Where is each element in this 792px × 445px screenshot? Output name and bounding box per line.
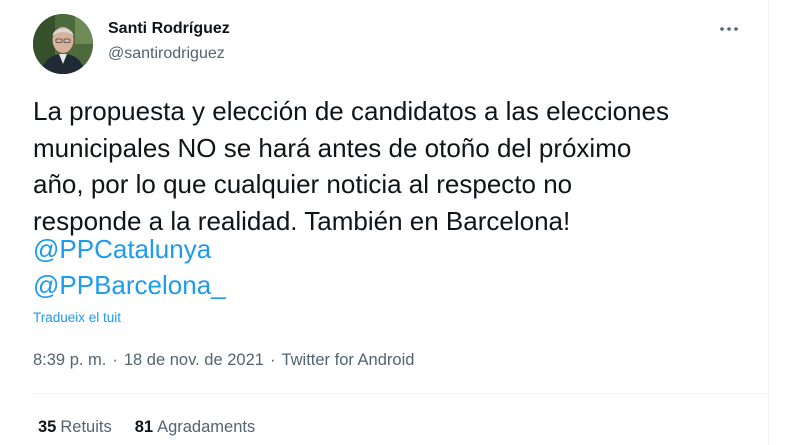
author-handle[interactable]: @santirodriguez <box>108 44 225 64</box>
tweet-date[interactable]: 18 de nov. de 2021 <box>124 349 264 371</box>
tweet-source-link[interactable]: Twitter for Android <box>281 349 414 371</box>
author-display-name[interactable]: Santi Rodríguez <box>108 19 230 39</box>
meta-separator: · <box>112 351 118 369</box>
tweet-card: Santi Rodríguez @santirodriguez La propu… <box>0 0 768 445</box>
likes-count: 81 <box>134 418 154 436</box>
divider <box>33 393 768 394</box>
more-horizontal-icon <box>720 27 738 31</box>
engagement-stats: 35 Retuits 81 Agradaments <box>38 416 255 438</box>
retweets-label: Retuits <box>60 418 112 436</box>
tweet-time[interactable]: 8:39 p. m. <box>33 349 106 371</box>
tweet-text-line: La propuesta y elección de candidatos a … <box>33 96 669 126</box>
mention-link-ppcatalunya[interactable]: @PPCatalunya <box>33 231 211 267</box>
likes-label: Agradaments <box>157 418 256 436</box>
page-edge-divider <box>768 0 769 445</box>
tweet-metadata: 8:39 p. m. · 18 de nov. de 2021 · Twitte… <box>33 349 414 371</box>
avatar[interactable] <box>33 14 93 74</box>
translate-tweet-link[interactable]: Tradueix el tuit <box>33 309 121 327</box>
profile-photo <box>33 14 93 74</box>
retweets-count: 35 <box>38 418 57 436</box>
tweet-text: La propuesta y elección de candidatos a … <box>33 93 743 239</box>
meta-separator: · <box>269 351 276 369</box>
likes-stat[interactable]: 81 Agradaments <box>135 416 256 438</box>
tweet-text-line: año, por lo que cualquier noticia al res… <box>33 169 573 199</box>
tweet-text-line: municipales NO se hará antes de otoño de… <box>33 132 632 163</box>
mention-link-ppbarcelona[interactable]: @PPBarcelona_ <box>33 267 226 303</box>
retweets-stat[interactable]: 35 Retuits <box>38 416 112 438</box>
more-options-button[interactable] <box>712 16 746 42</box>
